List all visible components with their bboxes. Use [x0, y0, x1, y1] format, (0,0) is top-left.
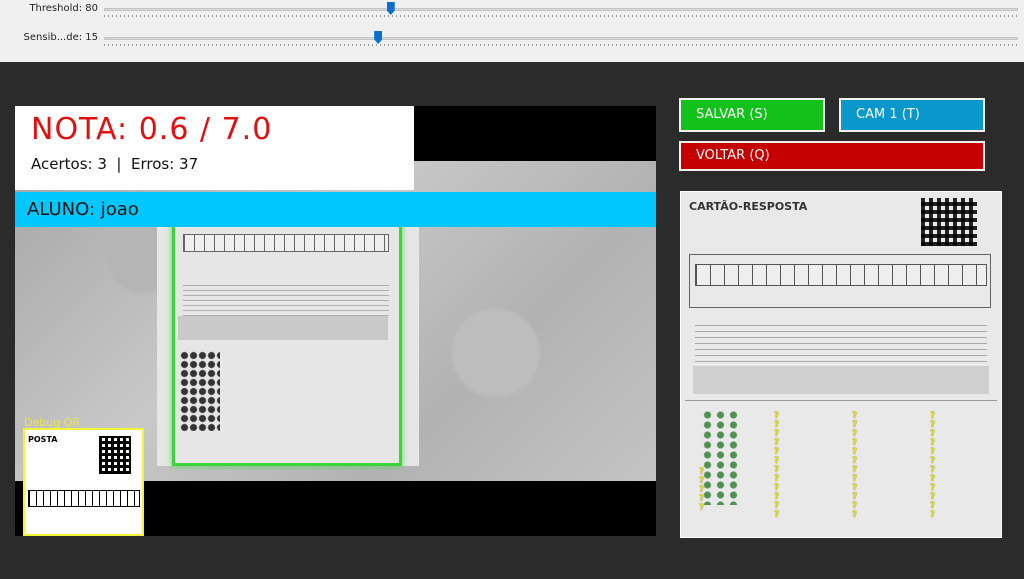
- detection-outline: [172, 214, 402, 466]
- answer-sheet-preview: CARTÃO-RESPOSTA ???????????? ???????????…: [680, 191, 1002, 538]
- id-band: [693, 366, 989, 394]
- threshold-trackbar[interactable]: Threshold: 80: [0, 0, 1024, 20]
- save-button[interactable]: SALVAR (S): [679, 98, 825, 132]
- debug-grid: [28, 490, 140, 507]
- qr-code-icon: [921, 198, 977, 246]
- question-column: ????????????: [774, 412, 804, 520]
- question-column: ????????????: [930, 412, 960, 520]
- question-column: ?????: [699, 468, 729, 513]
- sensitivity-track[interactable]: [104, 37, 1018, 40]
- threshold-ticks: [104, 15, 1018, 17]
- debug-qr-preview: POSTA: [23, 428, 144, 536]
- threshold-label: Threshold: 80: [29, 3, 98, 14]
- student-bar: ALUNO: joao: [15, 192, 656, 227]
- sensitivity-slider-thumb[interactable]: [374, 31, 383, 44]
- threshold-slider-thumb[interactable]: [386, 2, 395, 15]
- switch-camera-button[interactable]: CAM 1 (T): [839, 98, 985, 132]
- qr-code-icon: [99, 436, 131, 474]
- debug-snippet-text: POSTA: [28, 435, 58, 444]
- hits-errors-text: Acertos: 3 | Erros: 37: [31, 155, 199, 173]
- back-button[interactable]: VOLTAR (Q): [679, 141, 985, 171]
- score-panel: NOTA: 0.6 / 7.0 Acertos: 3 | Erros: 37: [15, 106, 414, 190]
- threshold-track[interactable]: [104, 8, 1018, 11]
- sensitivity-ticks: [104, 44, 1018, 46]
- answer-sheet-title: CARTÃO-RESPOSTA: [689, 200, 808, 213]
- sensitivity-trackbar[interactable]: Sensib...de: 15: [0, 29, 1024, 49]
- camera-view: NOTA: 0.6 / 7.0 Acertos: 3 | Erros: 37 A…: [15, 106, 656, 536]
- student-name: ALUNO: joao: [27, 199, 139, 220]
- unanswered-mark: ?: [699, 503, 705, 513]
- unanswered-mark: ?: [852, 510, 858, 520]
- question-column: ????????????: [852, 412, 882, 520]
- unanswered-mark: ?: [930, 510, 936, 520]
- unanswered-mark: ?: [774, 510, 780, 520]
- sensitivity-label: Sensib...de: 15: [23, 32, 98, 43]
- score-text: NOTA: 0.6 / 7.0: [31, 112, 273, 147]
- instructions-block: [695, 324, 987, 362]
- trackbar-panel: Threshold: 80 Sensib...de: 15: [0, 0, 1024, 62]
- student-name-grid: [695, 264, 987, 286]
